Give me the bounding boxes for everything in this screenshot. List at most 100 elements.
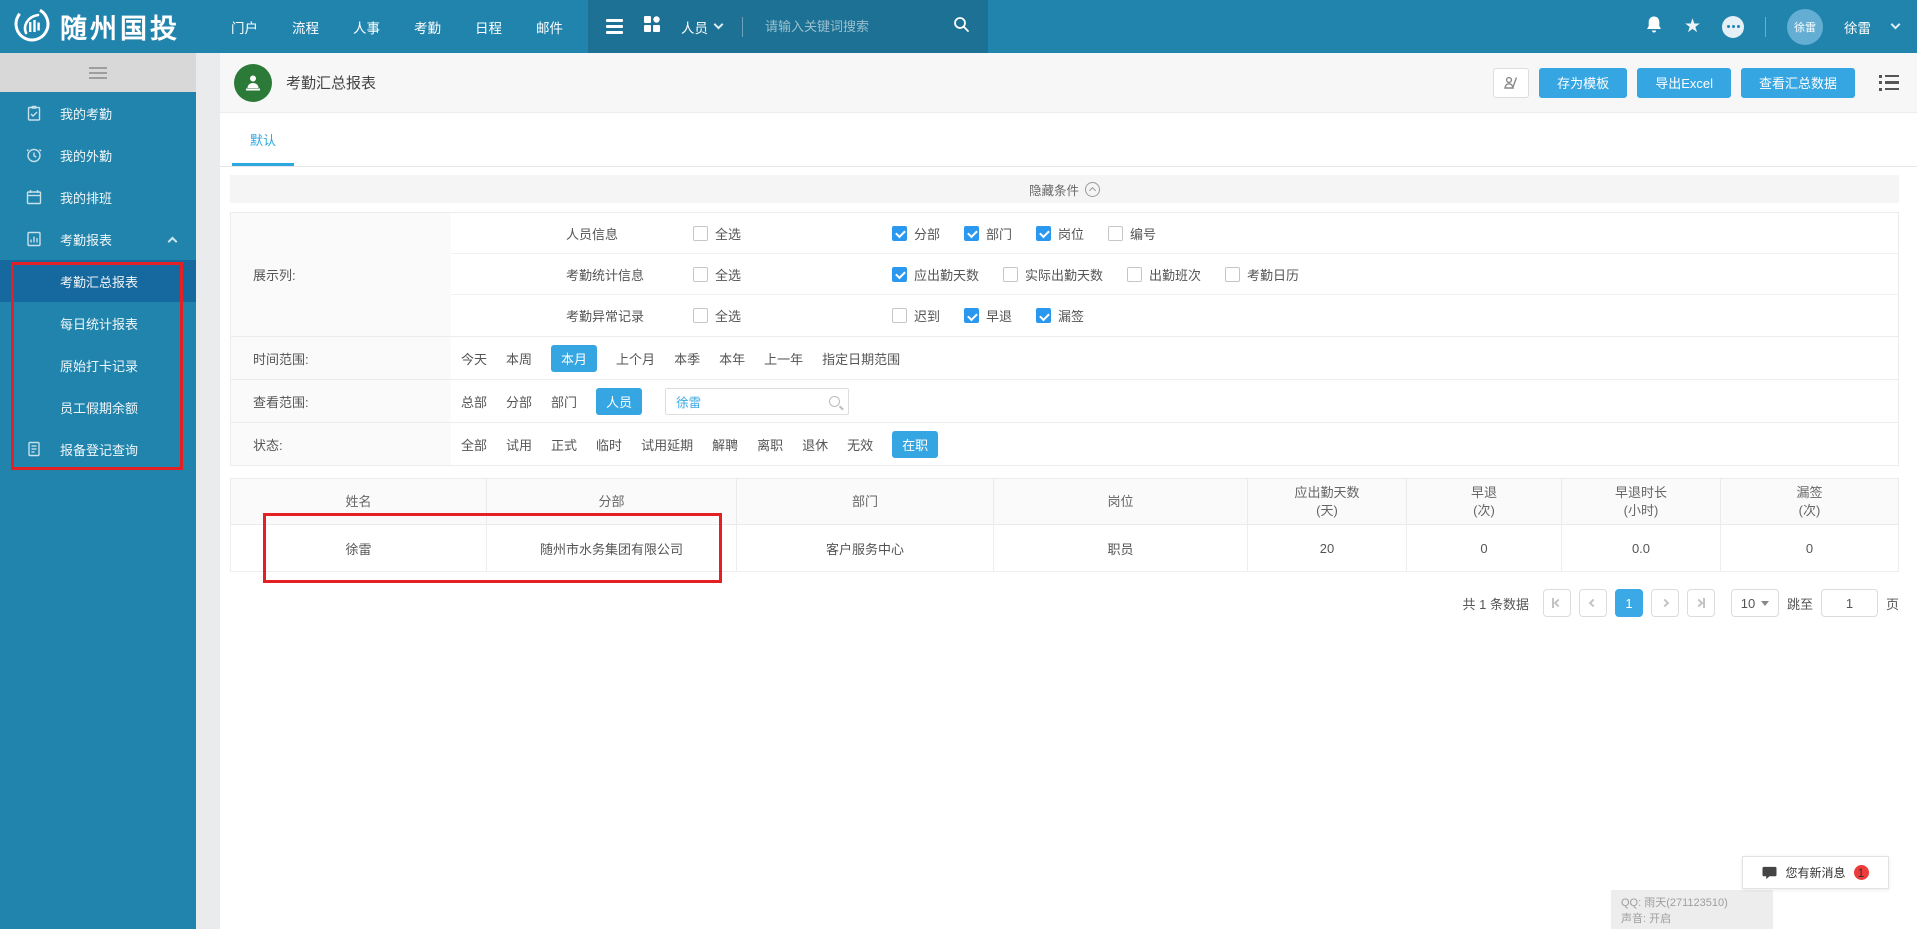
search-scope-dropdown[interactable]: 人员 [681,17,724,37]
nav-item-portal[interactable]: 门户 [214,0,275,53]
jump-page-input[interactable] [1820,589,1878,617]
status-option-retired[interactable]: 退休 [802,435,828,454]
report-content: 隐藏条件 展示列: 人员信息 全选 分部 部门 岗位 编号 考勤统计信息 全选 … [230,175,1899,929]
person-search-input[interactable] [674,393,830,409]
checkbox[interactable] [1036,308,1052,323]
page-header: 考勤汇总报表 存为模板 导出Excel 查看汇总数据 [220,53,1917,113]
select-all-checkbox[interactable]: 全选 [693,306,741,325]
nav-item-workflow[interactable]: 流程 [275,0,336,53]
checkbox[interactable] [693,266,708,282]
status-option-resigned[interactable]: 离职 [757,435,783,454]
col-missed-sign: 漏签 (次) [1720,478,1899,525]
time-option-this-year[interactable]: 本年 [719,349,745,368]
nav-item-mail[interactable]: 邮件 [519,0,580,53]
checkbox-option-actual-days[interactable]: 实际出勤天数 [1003,265,1103,284]
checkbox-option-early-leave[interactable]: 早退 [964,306,1012,325]
user-menu-chevron-icon[interactable] [1890,19,1901,30]
time-option-custom-range[interactable]: 指定日期范围 [822,349,900,368]
status-option-regular[interactable]: 正式 [551,435,577,454]
cell-missed-sign: 0 [1720,524,1899,572]
checkbox[interactable] [892,225,907,241]
bell-icon[interactable] [1645,15,1663,39]
sidebar-item-attendance-reports[interactable]: 考勤报表 [0,218,196,260]
checkbox[interactable] [1127,266,1143,282]
more-options-icon[interactable] [1722,15,1744,38]
first-page-button[interactable] [1542,589,1571,617]
checkbox-option-calendar[interactable]: 考勤日历 [1225,265,1299,284]
checkbox-option-late[interactable]: 迟到 [892,306,940,325]
status-option-probation[interactable]: 试用 [506,435,532,454]
avatar[interactable]: 徐雷 [1787,8,1823,45]
sidebar-item-my-shifts[interactable]: 我的排班 [0,176,196,218]
checkbox-option-due-days[interactable]: 应出勤天数 [892,265,979,284]
checkbox[interactable] [1108,225,1124,241]
checkbox[interactable] [892,308,907,323]
scope-option-department[interactable]: 部门 [551,392,577,411]
scope-option-headquarters[interactable]: 总部 [461,392,487,411]
time-option-this-week[interactable]: 本周 [506,349,532,368]
checkbox[interactable] [964,225,980,241]
new-message-bar[interactable]: 您有新消息 1 [1742,856,1889,889]
sidebar-item-label: 报备登记查询 [60,442,139,458]
status-option-all[interactable]: 全部 [461,435,487,454]
checkbox-option-position[interactable]: 岗位 [1036,224,1084,243]
scope-option-branch[interactable]: 分部 [506,392,532,411]
status-option-probation-extended[interactable]: 试用延期 [641,435,693,454]
checkbox-option-branch[interactable]: 分部 [892,224,940,243]
nav-item-hr[interactable]: 人事 [336,0,397,53]
apps-grid-icon[interactable] [643,15,661,38]
checkbox[interactable] [892,266,907,282]
list-view-icon[interactable] [1879,74,1899,91]
menu-icon[interactable] [606,19,623,34]
scope-option-person[interactable]: 人员 [596,387,643,415]
next-page-button[interactable] [1650,589,1679,617]
time-option-this-quarter[interactable]: 本季 [674,349,700,368]
page-size-select[interactable]: 10 [1730,589,1779,617]
checkbox[interactable] [1003,266,1019,282]
sidebar-item-my-fieldwork[interactable]: 我的外勤 [0,134,196,176]
export-excel-button[interactable]: 导出Excel [1637,67,1731,98]
search-icon[interactable] [953,16,970,38]
time-option-last-year[interactable]: 上一年 [764,349,803,368]
checkbox[interactable] [693,308,708,323]
select-all-checkbox[interactable]: 全选 [693,224,741,243]
checkbox[interactable] [1036,225,1052,241]
sidebar-item-daily-stats-report[interactable]: 每日统计报表 [0,302,196,344]
status-option-invalid[interactable]: 无效 [847,435,873,454]
time-option-this-month[interactable]: 本月 [551,344,598,372]
status-option-dismissed[interactable]: 解聘 [712,435,738,454]
status-option-temporary[interactable]: 临时 [596,435,622,454]
select-all-checkbox[interactable]: 全选 [693,265,741,284]
brand[interactable]: 随州国投 [0,4,200,49]
sidebar-item-my-attendance[interactable]: 我的考勤 [0,92,196,134]
checkbox-option-number[interactable]: 编号 [1108,224,1156,243]
page-number-button[interactable]: 1 [1614,589,1643,617]
checkbox-option-missed-sign[interactable]: 漏签 [1036,306,1084,325]
time-option-last-month[interactable]: 上个月 [616,349,655,368]
nav-item-schedule[interactable]: 日程 [458,0,519,53]
checkbox[interactable] [964,308,980,323]
template-tool-button[interactable] [1493,67,1530,98]
search-icon[interactable] [829,395,841,407]
checkbox-option-shifts[interactable]: 出勤班次 [1127,265,1201,284]
sidebar-item-leave-balance[interactable]: 员工假期余额 [0,386,196,428]
view-summary-button[interactable]: 查看汇总数据 [1740,67,1855,98]
last-page-button[interactable] [1686,589,1715,617]
sidebar-item-summary-report[interactable]: 考勤汇总报表 [0,260,196,302]
cell-early-leave: 0 [1406,524,1562,572]
nav-item-attendance[interactable]: 考勤 [397,0,458,53]
sidebar-item-filing-query[interactable]: 报备登记查询 [0,428,196,470]
checkbox[interactable] [693,225,708,241]
tab-default[interactable]: 默认 [231,113,295,166]
hide-conditions-toggle[interactable]: 隐藏条件 [230,175,1899,203]
time-option-today[interactable]: 今天 [461,349,487,368]
global-search-input[interactable] [763,18,933,35]
sidebar-item-raw-punch-records[interactable]: 原始打卡记录 [0,344,196,386]
checkbox[interactable] [1225,266,1241,282]
favorites-star-icon[interactable]: ★ [1684,17,1701,36]
checkbox-option-department[interactable]: 部门 [964,224,1012,243]
sidebar-collapse-toggle[interactable] [0,53,196,92]
status-option-active[interactable]: 在职 [892,430,939,458]
save-template-button[interactable]: 存为模板 [1539,67,1628,98]
prev-page-button[interactable] [1578,589,1607,617]
